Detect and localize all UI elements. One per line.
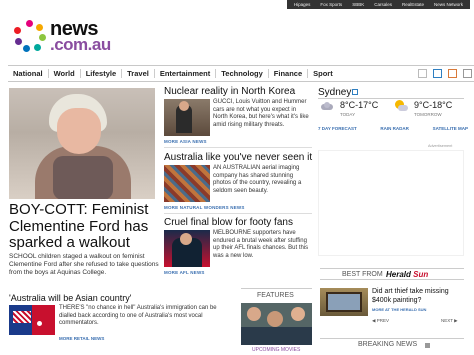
breaking-news-header[interactable]: BREAKING NEWS (320, 338, 464, 350)
nav-item-entertainment[interactable]: Entertainment (155, 69, 217, 78)
main-nav: National World Lifestyle Travel Entertai… (8, 65, 474, 82)
expand-icon[interactable] (425, 343, 430, 348)
nav-tool-icon[interactable] (433, 69, 442, 78)
logo-dots-icon (14, 20, 46, 52)
weather-links: 7 DAY FORECAST RAIN RADAR SATELLITE MAP (318, 126, 468, 131)
network-link-news-network[interactable]: News Network (429, 2, 468, 7)
herald-sun-more-link[interactable]: MORE AT THE HERALD SUN (372, 307, 426, 312)
story-photo-aerial[interactable] (164, 165, 210, 202)
story-divider (164, 147, 312, 148)
nav-tool-icon[interactable] (448, 69, 457, 78)
herald-sun-next-button[interactable]: NEXT ▶ (441, 318, 458, 324)
herald-sun-logo[interactable]: Herald Sun (386, 270, 428, 279)
network-link-hipages[interactable]: Hipages (289, 2, 316, 7)
more-afl-news-link[interactable]: MORE AFL NEWS (164, 270, 205, 275)
story-summary-footy: MELBOURNE supporters have endured a brut… (213, 230, 309, 259)
story-summary-north-korea: GUCCI, Louis Vuitton and Hummer cars are… (213, 99, 309, 128)
network-bar: Hipages Fox Sports SBBK Carsales RealEst… (0, 0, 474, 9)
story-summary-asian-country: THERE'S "no chance in hell" Australia's … (59, 305, 217, 326)
weather-tomorrow-temp: 9°C-18°C (414, 100, 453, 110)
nav-tools (418, 69, 472, 78)
nav-item-lifestyle[interactable]: Lifestyle (81, 69, 123, 78)
lead-story-photo[interactable] (9, 88, 155, 199)
nav-tool-icon[interactable] (463, 69, 472, 78)
logo-word-domain: .com.au (50, 35, 111, 54)
seven-day-forecast-link[interactable]: 7 DAY FORECAST (318, 126, 357, 131)
weather-divider (318, 98, 464, 99)
herald-sun-photo[interactable] (320, 288, 368, 316)
network-links: Hipages Fox Sports SBBK Carsales RealEst… (286, 0, 470, 9)
weather-location-edit-icon[interactable] (352, 89, 358, 95)
nav-item-national[interactable]: National (8, 69, 49, 78)
rain-radar-link[interactable]: RAIN RADAR (380, 126, 409, 131)
more-natural-wonders-link[interactable]: MORE NATURAL WONDERS NEWS (164, 205, 245, 210)
herald-sun-prev-button[interactable]: ◀ PREV (372, 318, 389, 324)
features-label: FEATURES (257, 292, 294, 299)
cloud-rain-icon (320, 102, 334, 114)
story-photo-footy[interactable] (164, 230, 210, 267)
lead-story-summary: SCHOOL children staged a walkout on femi… (9, 253, 159, 276)
lead-story-title[interactable]: BOY-COTT: Feminist Clementine Ford has s… (9, 201, 159, 252)
features-header: FEATURES (241, 288, 312, 302)
more-retail-news-link[interactable]: MORE RETAIL NEWS (59, 336, 104, 341)
nav-item-finance[interactable]: Finance (269, 69, 309, 78)
nav-item-world[interactable]: World (49, 69, 81, 78)
weather-today-temp: 8°C-17°C (340, 100, 379, 110)
advertisement-slot[interactable] (318, 150, 464, 256)
network-link-fox-sports[interactable]: Fox Sports (315, 2, 347, 7)
nav-item-technology[interactable]: Technology (216, 69, 269, 78)
nav-item-sport[interactable]: Sport (308, 69, 338, 78)
partly-sunny-icon (394, 100, 408, 112)
network-link-carsales[interactable]: Carsales (369, 2, 397, 7)
network-link-realestate[interactable]: RealEstate (397, 2, 429, 7)
breaking-news-label: BREAKING NEWS (358, 341, 418, 348)
features-caption[interactable]: UPCOMING MOVIES (252, 347, 300, 353)
herald-sun-header: BEST FROM Herald Sun (320, 268, 464, 280)
story-summary-australia: AN AUSTRALIAN aerial imaging company has… (213, 165, 302, 194)
weather-city[interactable]: Sydney (318, 87, 351, 98)
story-title-australia[interactable]: Australia like you've never seen it (164, 152, 312, 164)
nav-item-travel[interactable]: Travel (122, 69, 155, 78)
story-divider (164, 213, 312, 214)
weather-tomorrow-label: TOMORROW (414, 112, 442, 117)
story-photo-flags[interactable] (9, 305, 55, 335)
advertisement-label: Advertisement (428, 144, 453, 148)
more-asia-news-link[interactable]: MORE ASIA NEWS (164, 139, 207, 144)
site-logo[interactable]: news .com.au (14, 18, 124, 54)
chevron-right-icon: ▶ (452, 318, 458, 323)
weather-today-label: TODAY (340, 112, 356, 117)
story-title-asian-country[interactable]: 'Australia will be Asian country' (9, 293, 132, 303)
story-title-north-korea[interactable]: Nuclear reality in North Korea (164, 86, 295, 98)
nav-tool-icon[interactable] (418, 69, 427, 78)
story-title-footy[interactable]: Cruel final blow for footy fans (164, 217, 293, 229)
features-photo[interactable] (241, 303, 312, 345)
best-from-label: BEST FROM (342, 271, 383, 278)
story-photo-north-korea[interactable] (164, 99, 210, 136)
satellite-map-link[interactable]: SATELLITE MAP (433, 126, 468, 131)
network-link-sbbk[interactable]: SBBK (347, 2, 369, 7)
herald-sun-headline[interactable]: Did art thief take missing $400k paintin… (372, 288, 464, 305)
